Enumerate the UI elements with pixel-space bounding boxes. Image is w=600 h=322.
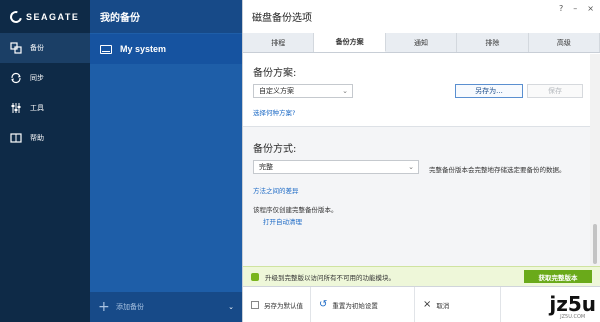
- sync-icon: [10, 72, 22, 84]
- save-default-label: 另存为默认值: [264, 301, 303, 310]
- dialog-title: 磁盘备份选项: [252, 13, 312, 24]
- lock-icon: [251, 272, 259, 281]
- site-watermark: jz5u JZ5U.COM: [549, 294, 596, 320]
- help-button[interactable]: ?: [559, 4, 563, 13]
- chevron-down-icon: ⌄: [408, 163, 414, 171]
- content-scrollbar[interactable]: [590, 54, 600, 286]
- backup-list-area: [90, 64, 242, 292]
- close-button[interactable]: ×: [587, 4, 594, 13]
- dialog-footer: 另存为默认值 ↺ 重置为初始设置 × 取消: [243, 286, 600, 322]
- plus-icon: +: [98, 299, 110, 315]
- scheme-heading: 备份方案:: [253, 68, 297, 79]
- chevron-down-icon[interactable]: ⌄: [228, 303, 234, 311]
- save-default-option[interactable]: 另存为默认值: [243, 287, 311, 322]
- cancel-label: 取消: [436, 301, 450, 310]
- minimize-button[interactable]: –: [573, 4, 577, 13]
- reset-label: 重置为初始设置: [332, 301, 378, 310]
- section-divider: [243, 126, 590, 127]
- window-controls: ? – ×: [559, 4, 594, 13]
- options-content: 备份方案: 自定义方案 ⌄ 另存为... 保存 选择何种方案? 备份方式: 完整…: [243, 54, 590, 286]
- nav-item-backup[interactable]: 备份: [0, 33, 90, 63]
- method-differences-link[interactable]: 方法之间的差异: [253, 185, 299, 195]
- nav-item-tools[interactable]: 工具: [0, 93, 90, 123]
- tab-exclusions[interactable]: 排除: [457, 33, 529, 52]
- cancel-button[interactable]: × 取消: [415, 287, 501, 322]
- nav-item-label: 帮助: [30, 134, 44, 142]
- method-select[interactable]: 完整 ⌄: [253, 160, 419, 174]
- reset-button[interactable]: ↺ 重置为初始设置: [311, 287, 415, 322]
- upgrade-banner: 升级到完整版以访问所有不可用的功能模块。 获取完整版本: [243, 266, 600, 286]
- brand-name: SEAGATE: [26, 11, 80, 22]
- nav-item-label: 同步: [30, 74, 44, 82]
- method-description: 完整备份版本会完整地存储选定要备份的数据。: [429, 166, 566, 174]
- scrollbar-thumb[interactable]: [593, 224, 597, 264]
- main-navigation: SEAGATE 备份 同步 工具 帮助: [0, 0, 90, 322]
- watermark-logo: jz5u: [549, 292, 596, 316]
- cancel-icon: ×: [423, 299, 432, 310]
- choose-scheme-link[interactable]: 选择何种方案?: [253, 107, 295, 117]
- backup-item-name: My system: [120, 44, 167, 54]
- chevron-down-icon: ⌄: [342, 87, 348, 95]
- method-select-value: 完整: [259, 163, 273, 171]
- save-default-checkbox[interactable]: [251, 300, 259, 309]
- disk-backup-options-dialog: 磁盘备份选项 ? – × 排程 备份方案 通知 排除 高级 备份方案: 自定义方…: [242, 0, 600, 322]
- nav-item-help[interactable]: 帮助: [0, 123, 90, 153]
- method-note: 该程序仅创建完整备份版本。: [253, 206, 338, 214]
- backup-list-panel: 我的备份 My system + 添加备份 ⌄: [90, 0, 242, 322]
- add-backup-bar[interactable]: + 添加备份 ⌄: [90, 292, 242, 322]
- method-heading: 备份方式:: [253, 144, 297, 155]
- help-icon: [10, 132, 22, 144]
- nav-item-label: 备份: [30, 44, 44, 52]
- save-as-button[interactable]: 另存为...: [455, 84, 523, 98]
- tab-advanced[interactable]: 高级: [528, 33, 600, 52]
- nav-item-label: 工具: [30, 104, 44, 112]
- scheme-select-value: 自定义方案: [259, 87, 294, 95]
- auto-cleanup-link[interactable]: 打开自动清理: [263, 216, 302, 226]
- get-full-version-button[interactable]: 获取完整版本: [524, 270, 592, 283]
- scheme-select[interactable]: 自定义方案 ⌄: [253, 84, 353, 98]
- tab-schedule[interactable]: 排程: [243, 33, 315, 52]
- backup-icon: [10, 42, 22, 54]
- reset-icon: ↺: [319, 299, 328, 310]
- seagate-logo-icon: [7, 8, 25, 25]
- options-tabs: 排程 备份方案 通知 排除 高级: [243, 33, 600, 53]
- backup-list-item[interactable]: My system: [90, 34, 242, 64]
- drive-icon: [100, 44, 112, 54]
- backup-list-title: 我的备份: [90, 0, 242, 33]
- tab-notifications[interactable]: 通知: [385, 33, 458, 52]
- add-backup-label: 添加备份: [116, 303, 144, 311]
- upgrade-text: 升级到完整版以访问所有不可用的功能模块。: [265, 273, 395, 282]
- brand-logo: SEAGATE: [0, 0, 90, 33]
- save-button[interactable]: 保存: [527, 84, 583, 98]
- tab-backup-scheme[interactable]: 备份方案: [314, 33, 386, 52]
- nav-item-sync[interactable]: 同步: [0, 63, 90, 93]
- tools-icon: [10, 102, 22, 114]
